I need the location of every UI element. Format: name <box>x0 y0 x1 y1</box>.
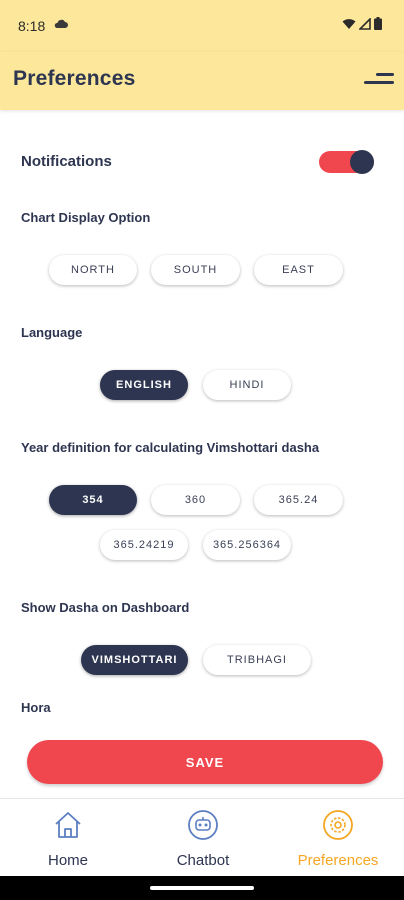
save-button[interactable]: SAVE <box>27 740 383 784</box>
status-bar: 8:18 <box>0 0 404 52</box>
chip-354[interactable]: 354 <box>49 485 137 515</box>
page-title: Preferences <box>13 67 136 90</box>
bottom-nav: Home Chatbot Preferences <box>0 798 404 876</box>
gesture-handle[interactable] <box>150 886 254 890</box>
chip-365-256364[interactable]: 365.256364 <box>203 530 291 560</box>
wifi-icon <box>342 18 356 29</box>
chip-vimshottari[interactable]: VIMSHOTTARI <box>81 645 188 675</box>
toggle-knob <box>350 150 374 174</box>
settings-icon <box>323 810 353 840</box>
system-gesture-bar <box>0 876 404 900</box>
language-label: Language <box>21 325 83 340</box>
chip-365-24[interactable]: 365.24 <box>254 485 343 515</box>
notifications-toggle[interactable] <box>319 150 374 174</box>
cloud-icon <box>54 19 68 28</box>
chip-360[interactable]: 360 <box>151 485 240 515</box>
menu-icon[interactable] <box>362 70 394 90</box>
chip-365-24219[interactable]: 365.24219 <box>100 530 188 560</box>
nav-preferences-label: Preferences <box>297 852 379 869</box>
status-icons <box>342 17 382 30</box>
app-bar: Preferences <box>0 52 404 110</box>
chatbot-icon <box>188 810 218 840</box>
year-definition-label: Year definition for calculating Vimshott… <box>21 440 320 455</box>
chart-display-label: Chart Display Option <box>21 210 151 225</box>
show-dasha-label: Show Dasha on Dashboard <box>21 600 190 615</box>
chip-english[interactable]: ENGLISH <box>100 370 188 400</box>
nav-chatbot-label: Chatbot <box>176 852 230 869</box>
preferences-content[interactable]: Notifications Chart Display Option NORTH… <box>0 110 404 798</box>
chip-south[interactable]: SOUTH <box>151 255 240 285</box>
nav-home[interactable]: Home <box>8 809 128 869</box>
battery-icon <box>374 17 382 30</box>
nav-preferences[interactable]: Preferences <box>278 809 398 869</box>
notifications-label: Notifications <box>21 153 112 170</box>
hora-label: Hora <box>21 700 51 715</box>
chip-north[interactable]: NORTH <box>49 255 137 285</box>
home-icon <box>55 812 81 838</box>
chip-east[interactable]: EAST <box>254 255 343 285</box>
nav-chatbot[interactable]: Chatbot <box>143 809 263 869</box>
chip-hindi[interactable]: HINDI <box>203 370 291 400</box>
chip-tribhagi[interactable]: TRIBHAGI <box>203 645 311 675</box>
nav-home-label: Home <box>47 852 88 869</box>
status-time: 8:18 <box>18 18 46 34</box>
signal-icon <box>359 17 371 30</box>
